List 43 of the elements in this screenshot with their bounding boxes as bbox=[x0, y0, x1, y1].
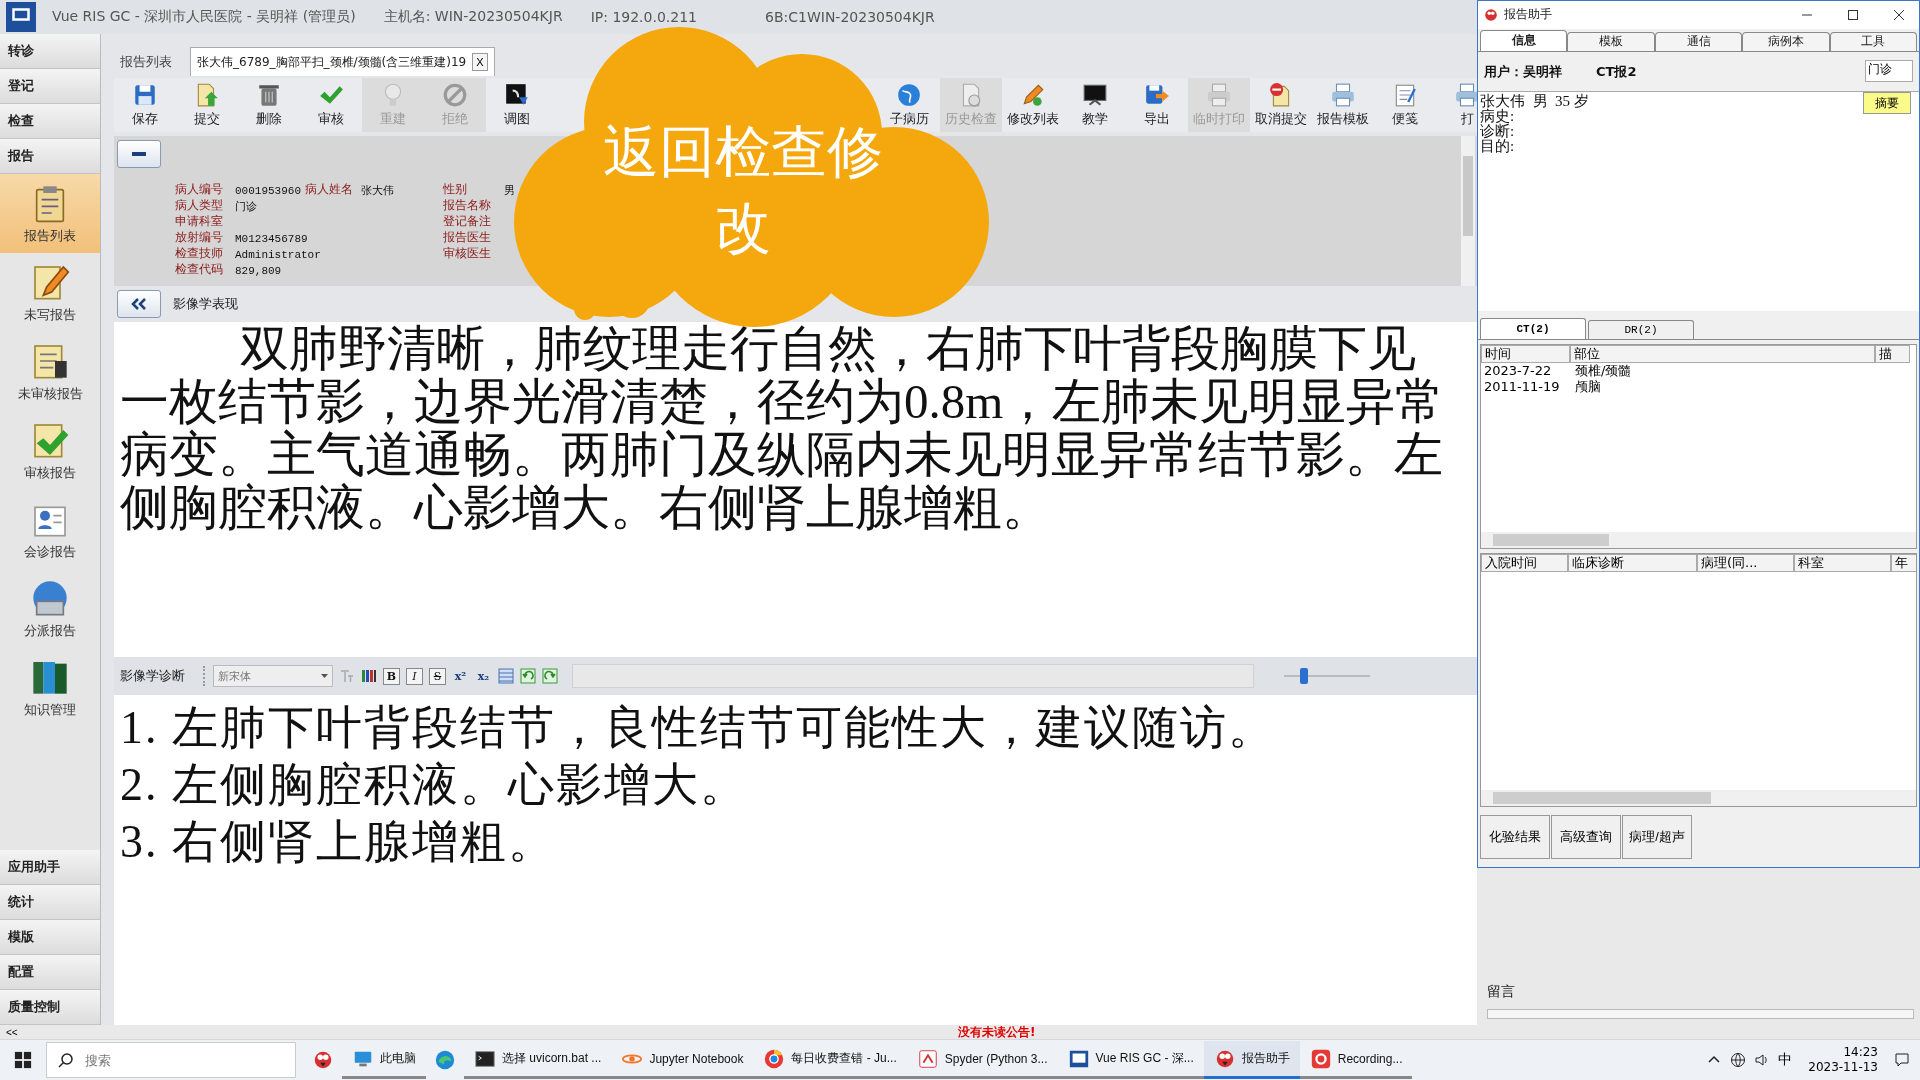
font-name: 新宋体 bbox=[218, 668, 251, 684]
field-label: 申请科室 bbox=[175, 214, 223, 228]
table-cell: 颅脑 bbox=[1575, 378, 1601, 394]
field-label: 报告医生 bbox=[443, 230, 491, 244]
messages-label: 留言 bbox=[1487, 983, 1516, 1001]
field-label: 审核医生 bbox=[443, 246, 491, 260]
field-label: 病人姓名 bbox=[305, 182, 353, 196]
note-line: 病史: bbox=[1480, 109, 1515, 125]
host-name: 主机名: WIN-20230504KJR bbox=[383, 8, 563, 26]
field-value: 0001953960 bbox=[235, 184, 301, 197]
note-line: 目的: bbox=[1480, 139, 1515, 155]
field-value: Administrator bbox=[235, 248, 321, 261]
report-label: CT报2 bbox=[1596, 62, 1637, 81]
machine-id: 6B:C1WIN-20230504KJR bbox=[765, 9, 935, 25]
table-cell: 2023-7-22 bbox=[1484, 362, 1552, 378]
user-label: 用户：吴明祥 bbox=[1484, 62, 1562, 81]
section-title: 影像学诊断 bbox=[120, 667, 185, 685]
field-value: 门诊 bbox=[235, 200, 257, 213]
diagnosis-line: 2. 左侧胸腔积液。心影增大。 bbox=[120, 758, 749, 812]
table-cell: 颈椎/颈髓 bbox=[1575, 362, 1632, 378]
window-title: Vue RIS GC - 深圳市人民医院 - 吴明祥 (管理员) bbox=[52, 8, 356, 26]
field-label: 报告名称 bbox=[443, 198, 491, 212]
diagnosis-line: 3. 右侧肾上腺增粗。 bbox=[120, 815, 557, 869]
section-title: 影像学表现 bbox=[173, 295, 238, 313]
window-title: 报告助手 bbox=[1504, 6, 1553, 24]
field-value: 男 bbox=[504, 184, 515, 197]
field-label: 登记备注 bbox=[443, 214, 491, 228]
field-label: 放射编号 bbox=[175, 230, 223, 244]
table-cell: 2011-11-19 bbox=[1484, 378, 1560, 394]
field-value: M0123456789 bbox=[235, 232, 308, 245]
field-value: 829,809 bbox=[235, 264, 282, 277]
ip-address: IP: 192.0.0.211 bbox=[590, 9, 697, 25]
findings-text: 双肺野清晰，肺纹理走行自然，右肺下叶背段胸膜下见一枚结节影，边界光滑清楚，径约为0.8m，左肺未见明显异常病变。主气道通畅。两肺门及纵隔内未见明显异常结节影。左侧胸腔积液。心影增大。右侧肾上腺增粗。 bbox=[120, 322, 1446, 534]
note-line: 诊断: bbox=[1480, 124, 1515, 140]
notice-text: 没有未读公告! bbox=[958, 1023, 1036, 1041]
field-value: 张大伟 bbox=[361, 184, 394, 197]
field-label: 检查代码 bbox=[175, 262, 223, 276]
field-label: 检查技师 bbox=[175, 246, 223, 260]
callout-text: 返回检查修改 bbox=[602, 118, 884, 262]
field-label: 病人编号 bbox=[175, 182, 223, 196]
field-label: 性别 bbox=[443, 182, 467, 196]
diagnosis-line: 1. 左肺下叶背段结节，良性结节可能性大，建议随访。 bbox=[120, 701, 1277, 755]
field-label: 病人类型 bbox=[175, 198, 223, 212]
